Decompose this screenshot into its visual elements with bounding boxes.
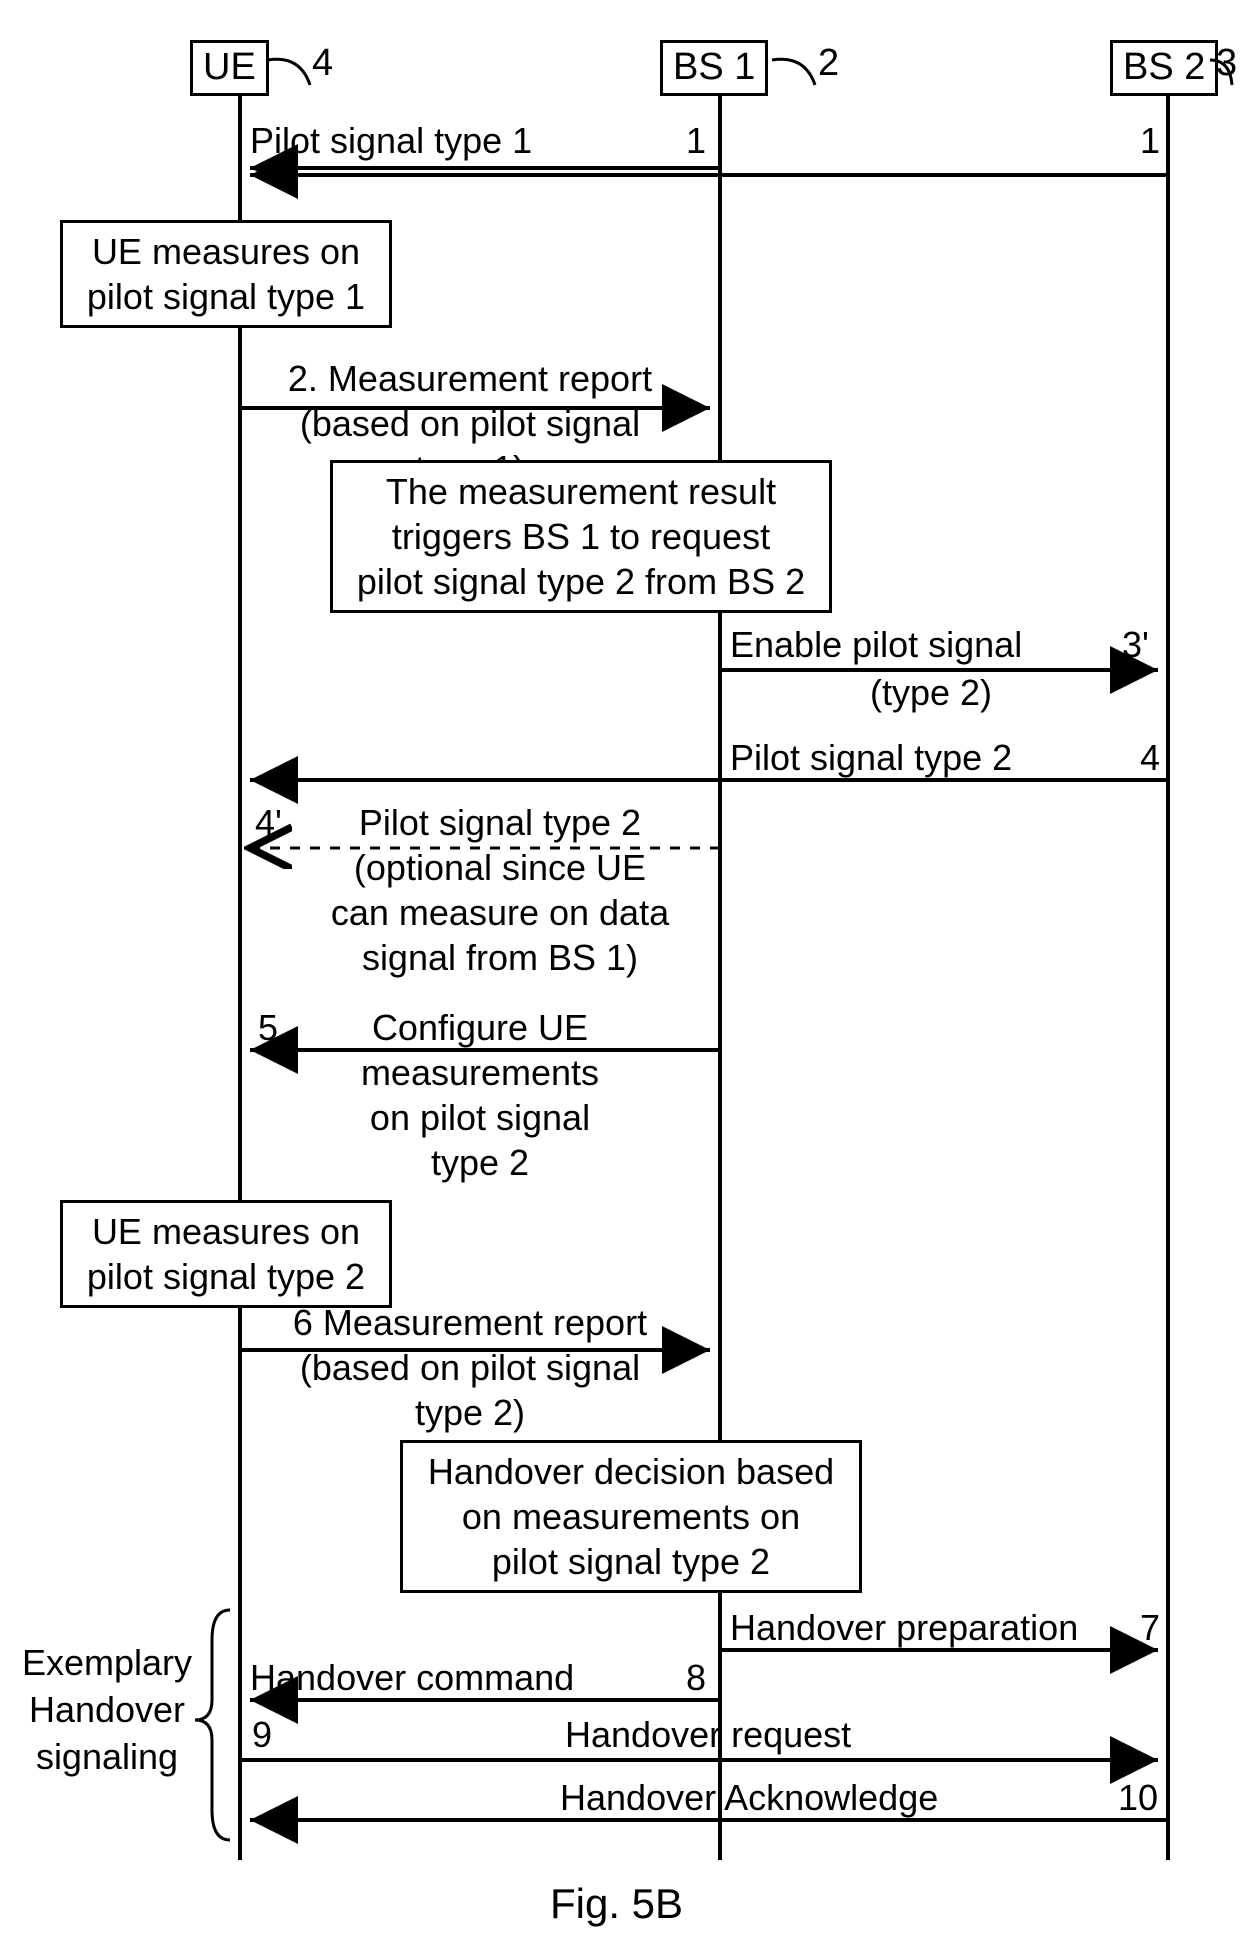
note-handover-decision: Handover decision based on measurements … — [400, 1440, 862, 1593]
msg7-num: 7 — [1140, 1605, 1160, 1650]
actor-ue: UE — [190, 40, 269, 96]
msg10-label: Handover Acknowledge — [560, 1775, 938, 1820]
msg3p-label: Enable pilot signal — [730, 622, 1022, 667]
msg4-label: Pilot signal type 2 — [730, 735, 1012, 780]
msg8-label: Handover command — [250, 1655, 574, 1700]
actor-bs2: BS 2 — [1110, 40, 1218, 96]
lifeline-bs2 — [1166, 90, 1170, 1860]
figure-caption: Fig. 5B — [550, 1880, 683, 1928]
msg5-num: 5 — [258, 1005, 278, 1050]
msg7-label: Handover preparation — [730, 1605, 1078, 1650]
note-trigger: The measurement result triggers BS 1 to … — [330, 460, 832, 613]
msg3p-num: 3' — [1122, 622, 1149, 667]
msg4-num: 4 — [1140, 735, 1160, 780]
note-ue-measure-1: UE measures on pilot signal type 1 — [60, 220, 392, 328]
msg9-label: Handover request — [565, 1712, 851, 1757]
msg4p-label: Pilot signal type 2 (optional since UE c… — [285, 800, 715, 980]
lifeline-bs1 — [718, 90, 722, 1860]
msg1-num-b: 1 — [1140, 118, 1160, 163]
msg5-label: Configure UE measurements on pilot signa… — [310, 1005, 650, 1185]
bracket-label: Exemplary Handover signaling — [12, 1640, 202, 1780]
msg1-label: Pilot signal type 1 — [250, 118, 532, 163]
msg1-num-a: 1 — [686, 118, 706, 163]
msg3p-sub: (type 2) — [870, 670, 992, 715]
lifeline-ue — [238, 90, 242, 1860]
actor-bs2-label: BS 2 — [1123, 46, 1205, 88]
actor-ue-ref: 4 — [312, 42, 333, 85]
msg9-num: 9 — [252, 1712, 272, 1757]
actor-bs1-label: BS 1 — [673, 46, 755, 88]
actor-bs1: BS 1 — [660, 40, 768, 96]
msg6-label: 6 Measurement report (based on pilot sig… — [255, 1300, 685, 1435]
actor-bs2-ref: 3 — [1216, 42, 1237, 85]
msg10-num: 10 — [1118, 1775, 1158, 1820]
msg4p-num: 4' — [255, 800, 282, 845]
actor-ue-label: UE — [203, 46, 256, 88]
msg8-num: 8 — [686, 1655, 706, 1700]
diagram-stage: UE BS 1 BS 2 — [0, 0, 1240, 1946]
note-ue-measure-2: UE measures on pilot signal type 2 — [60, 1200, 392, 1308]
actor-bs1-ref: 2 — [818, 42, 839, 85]
